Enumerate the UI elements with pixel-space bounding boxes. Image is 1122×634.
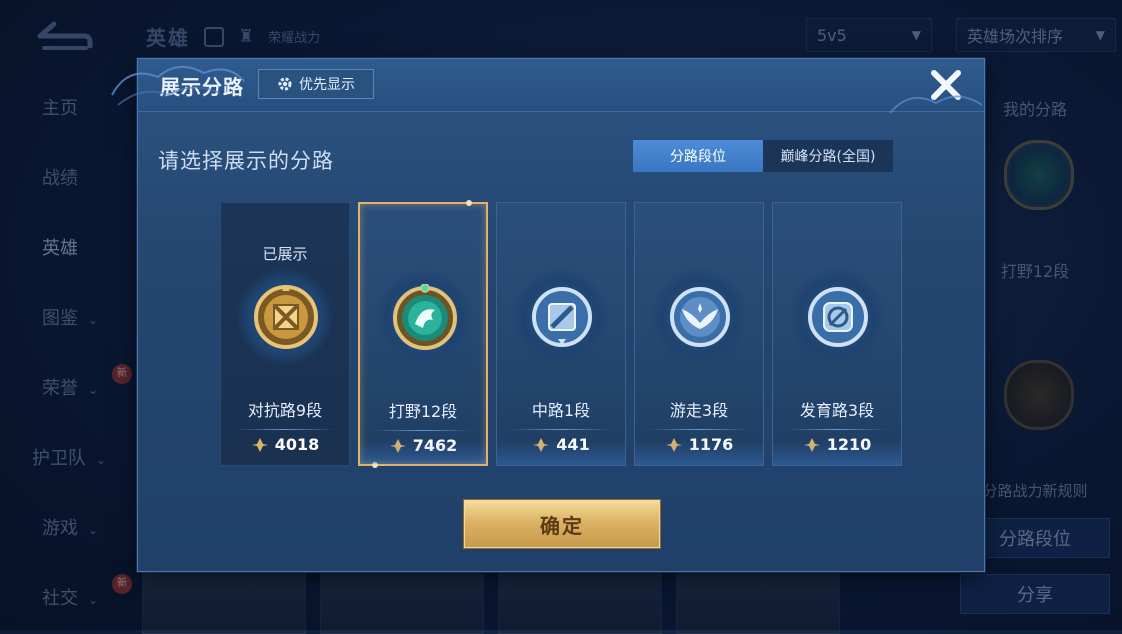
lane-name: 游走3段 [669, 401, 729, 420]
lane-name: 打野12段 [388, 402, 458, 421]
confirm-button[interactable]: 确定 [464, 500, 660, 548]
silver-staff-icon [532, 287, 592, 347]
lane-score: 4018 [221, 435, 349, 454]
priority-display-button[interactable]: 优先显示 [258, 69, 374, 99]
tab-lane-rank[interactable]: 分路段位 [633, 140, 763, 172]
close-icon [931, 70, 961, 100]
lane-card-roam[interactable]: 游走3段 1176 [634, 202, 764, 466]
card-glow [497, 441, 625, 465]
power-icon [251, 437, 268, 452]
card-glow [360, 440, 486, 464]
jade-dragon-icon [393, 284, 457, 350]
lane-name: 发育路3段 [799, 401, 875, 420]
lane-card-top[interactable]: 已展示 对抗路9段 4018 [220, 202, 350, 466]
close-button[interactable] [926, 65, 966, 105]
divider [787, 429, 887, 430]
lane-card-jungle[interactable]: 打野12段 7462 [358, 200, 488, 468]
modal-title: 展示分路 [160, 75, 244, 99]
lane-name: 中路1段 [531, 401, 591, 420]
silver-arrow-icon [808, 287, 868, 347]
score-value: 4018 [274, 435, 320, 454]
tab-peak-lane[interactable]: 巅峰分路(全国) [763, 140, 893, 172]
divider [374, 430, 472, 431]
gear-icon [278, 77, 292, 91]
modal-header: 展示分路 优先显示 [138, 59, 984, 112]
divider [649, 429, 749, 430]
lane-name: 对抗路9段 [247, 401, 323, 420]
lane-card-list: 已展示 对抗路9段 4018 打野12段 中路1段 游走3段 发育路3段 [220, 200, 920, 468]
priority-display-label: 优先显示 [299, 77, 355, 93]
card-glow [773, 441, 901, 465]
lane-tab-group: 分路段位 巅峰分路(全国) [632, 139, 894, 173]
shown-tag: 已展示 [262, 245, 308, 263]
gold-crossed-swords-icon [254, 285, 318, 349]
card-glow [635, 441, 763, 465]
silver-wings-icon [670, 287, 730, 347]
corner-sparkle [466, 200, 472, 206]
lane-card-mid[interactable]: 中路1段 441 [496, 202, 626, 466]
select-lane-prompt: 请选择展示的分路 [158, 149, 334, 173]
lane-display-modal: 展示分路 优先显示 请选择展示的分路 分路段位 巅峰分路(全国) 已展示 对抗路… [111, 58, 985, 572]
divider [511, 429, 611, 430]
divider [235, 429, 335, 430]
lane-card-farm[interactable]: 发育路3段 1210 [772, 202, 902, 466]
